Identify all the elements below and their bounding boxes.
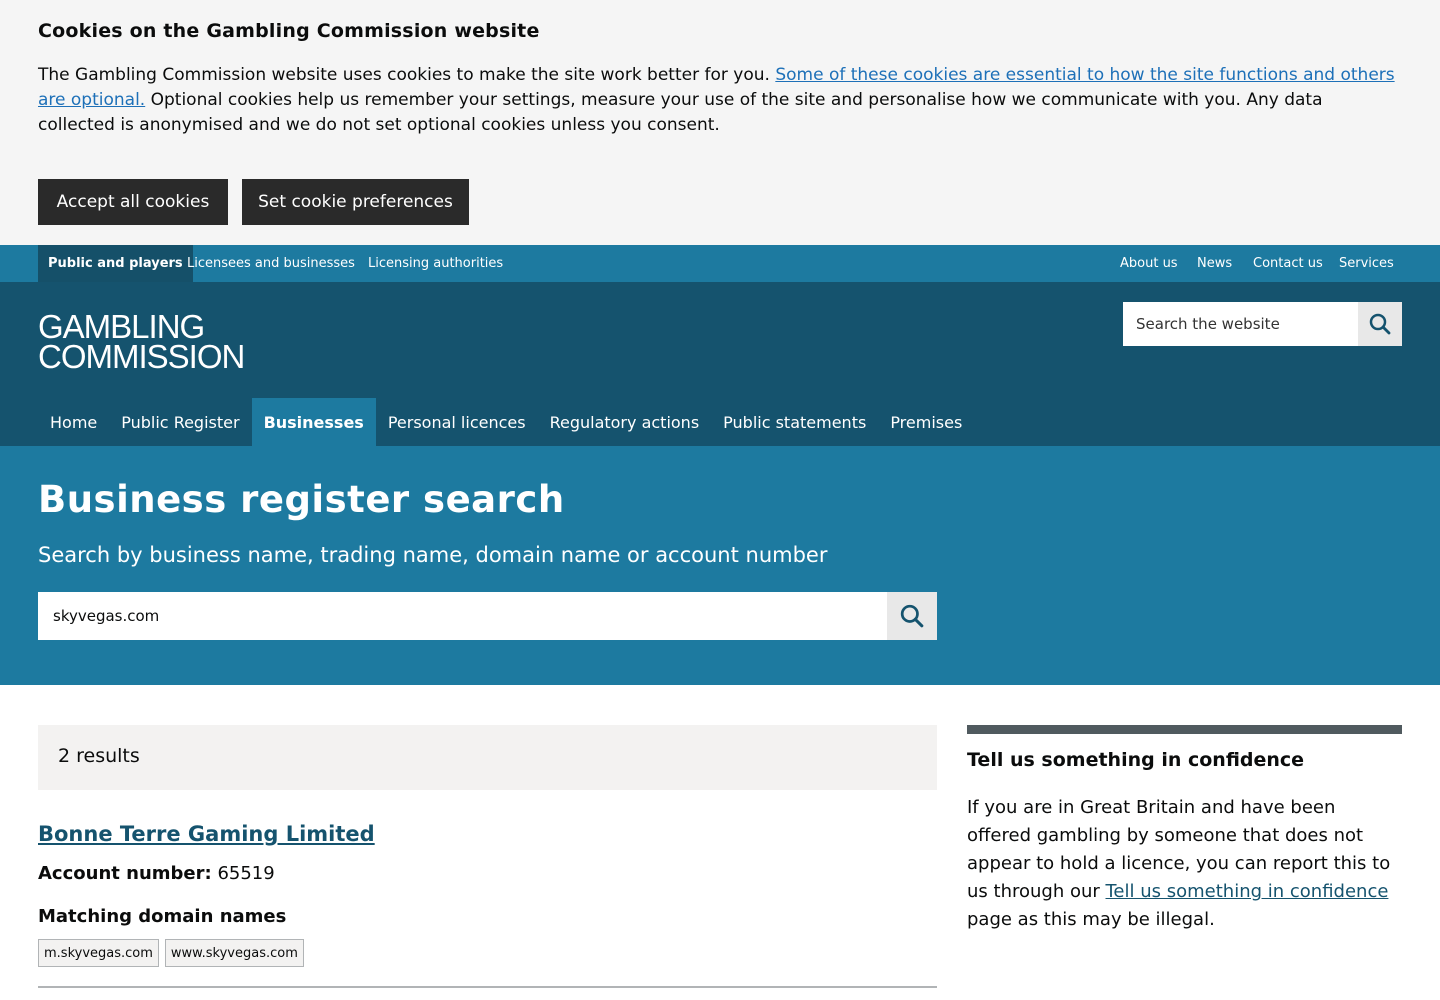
utility-about-us[interactable]: About us [1120, 245, 1178, 282]
matching-domains-heading: Matching domain names [38, 906, 287, 927]
cookie-text-detail: Optional cookies help us remember your s… [38, 90, 1323, 135]
domain-tag: www.skyvegas.com [164, 939, 304, 967]
cookie-text-intro: The Gambling Commission website uses coo… [38, 65, 776, 85]
site-search-input[interactable] [1123, 302, 1358, 346]
domain-tag: m.skyvegas.com [38, 939, 159, 967]
nav-premises[interactable]: Premises [878, 398, 974, 446]
nav-public-statements[interactable]: Public statements [711, 398, 878, 446]
search-icon [900, 604, 924, 628]
utility-contact-us[interactable]: Contact us [1253, 245, 1323, 282]
nav-home[interactable]: Home [38, 398, 109, 446]
utility-services[interactable]: Services [1339, 245, 1394, 282]
audience-licensing-authorities[interactable]: Licensing authorities [368, 245, 503, 282]
logo-line-2: COMMISSION [38, 338, 245, 375]
audience-licensees-and-businesses[interactable]: Licensees and businesses [187, 245, 355, 282]
nav-regulatory-actions[interactable]: Regulatory actions [538, 398, 712, 446]
nav-businesses[interactable]: Businesses [251, 398, 376, 446]
site-header: GAMBLING COMMISSION Home Public Register… [0, 282, 1440, 446]
nav-personal-licences[interactable]: Personal licences [376, 398, 538, 446]
accept-all-cookies-button[interactable]: Accept all cookies [38, 179, 228, 225]
results-count-box: 2 results [38, 725, 937, 790]
site-search-button[interactable] [1358, 302, 1402, 346]
audience-public-and-players[interactable]: Public and players [38, 245, 193, 282]
gambling-commission-logo[interactable]: GAMBLING COMMISSION [38, 310, 245, 375]
account-number-value: 65519 [217, 863, 275, 884]
register-search [38, 592, 937, 640]
result-business-link[interactable]: Bonne Terre Gaming Limited [38, 822, 375, 846]
audience-nav: Public and players Licensees and busines… [0, 245, 1440, 282]
utility-news[interactable]: News [1197, 245, 1232, 282]
tell-us-link[interactable]: Tell us something in confidence [1106, 881, 1389, 902]
register-search-button[interactable] [887, 592, 937, 640]
search-hero: Business register search Search by busin… [0, 446, 1440, 685]
cookie-banner: Cookies on the Gambling Commission websi… [0, 0, 1440, 245]
results-count: 2 results [58, 745, 140, 767]
result-account-number: Account number: 65519 [38, 863, 275, 884]
matching-domains-list: m.skyvegas.com www.skyvegas.com [38, 939, 304, 967]
register-search-input[interactable] [38, 592, 887, 640]
result-divider [38, 986, 937, 988]
cookie-banner-text: The Gambling Commission website uses coo… [38, 63, 1403, 138]
search-icon [1369, 313, 1391, 335]
page-subtitle: Search by business name, trading name, d… [38, 543, 828, 567]
cookie-banner-title: Cookies on the Gambling Commission websi… [38, 20, 540, 42]
nav-public-register[interactable]: Public Register [109, 398, 251, 446]
set-cookie-preferences-button[interactable]: Set cookie preferences [242, 179, 469, 225]
main-nav: Home Public Register Businesses Personal… [38, 398, 974, 446]
page-title: Business register search [38, 478, 565, 521]
sidebar-accent-bar [967, 725, 1402, 734]
account-number-label: Account number: [38, 863, 212, 884]
sidebar-title: Tell us something in confidence [967, 749, 1305, 771]
site-search [1123, 302, 1402, 346]
sidebar-text: If you are in Great Britain and have bee… [967, 794, 1392, 934]
sidebar-text-outro: page as this may be illegal. [967, 909, 1215, 930]
